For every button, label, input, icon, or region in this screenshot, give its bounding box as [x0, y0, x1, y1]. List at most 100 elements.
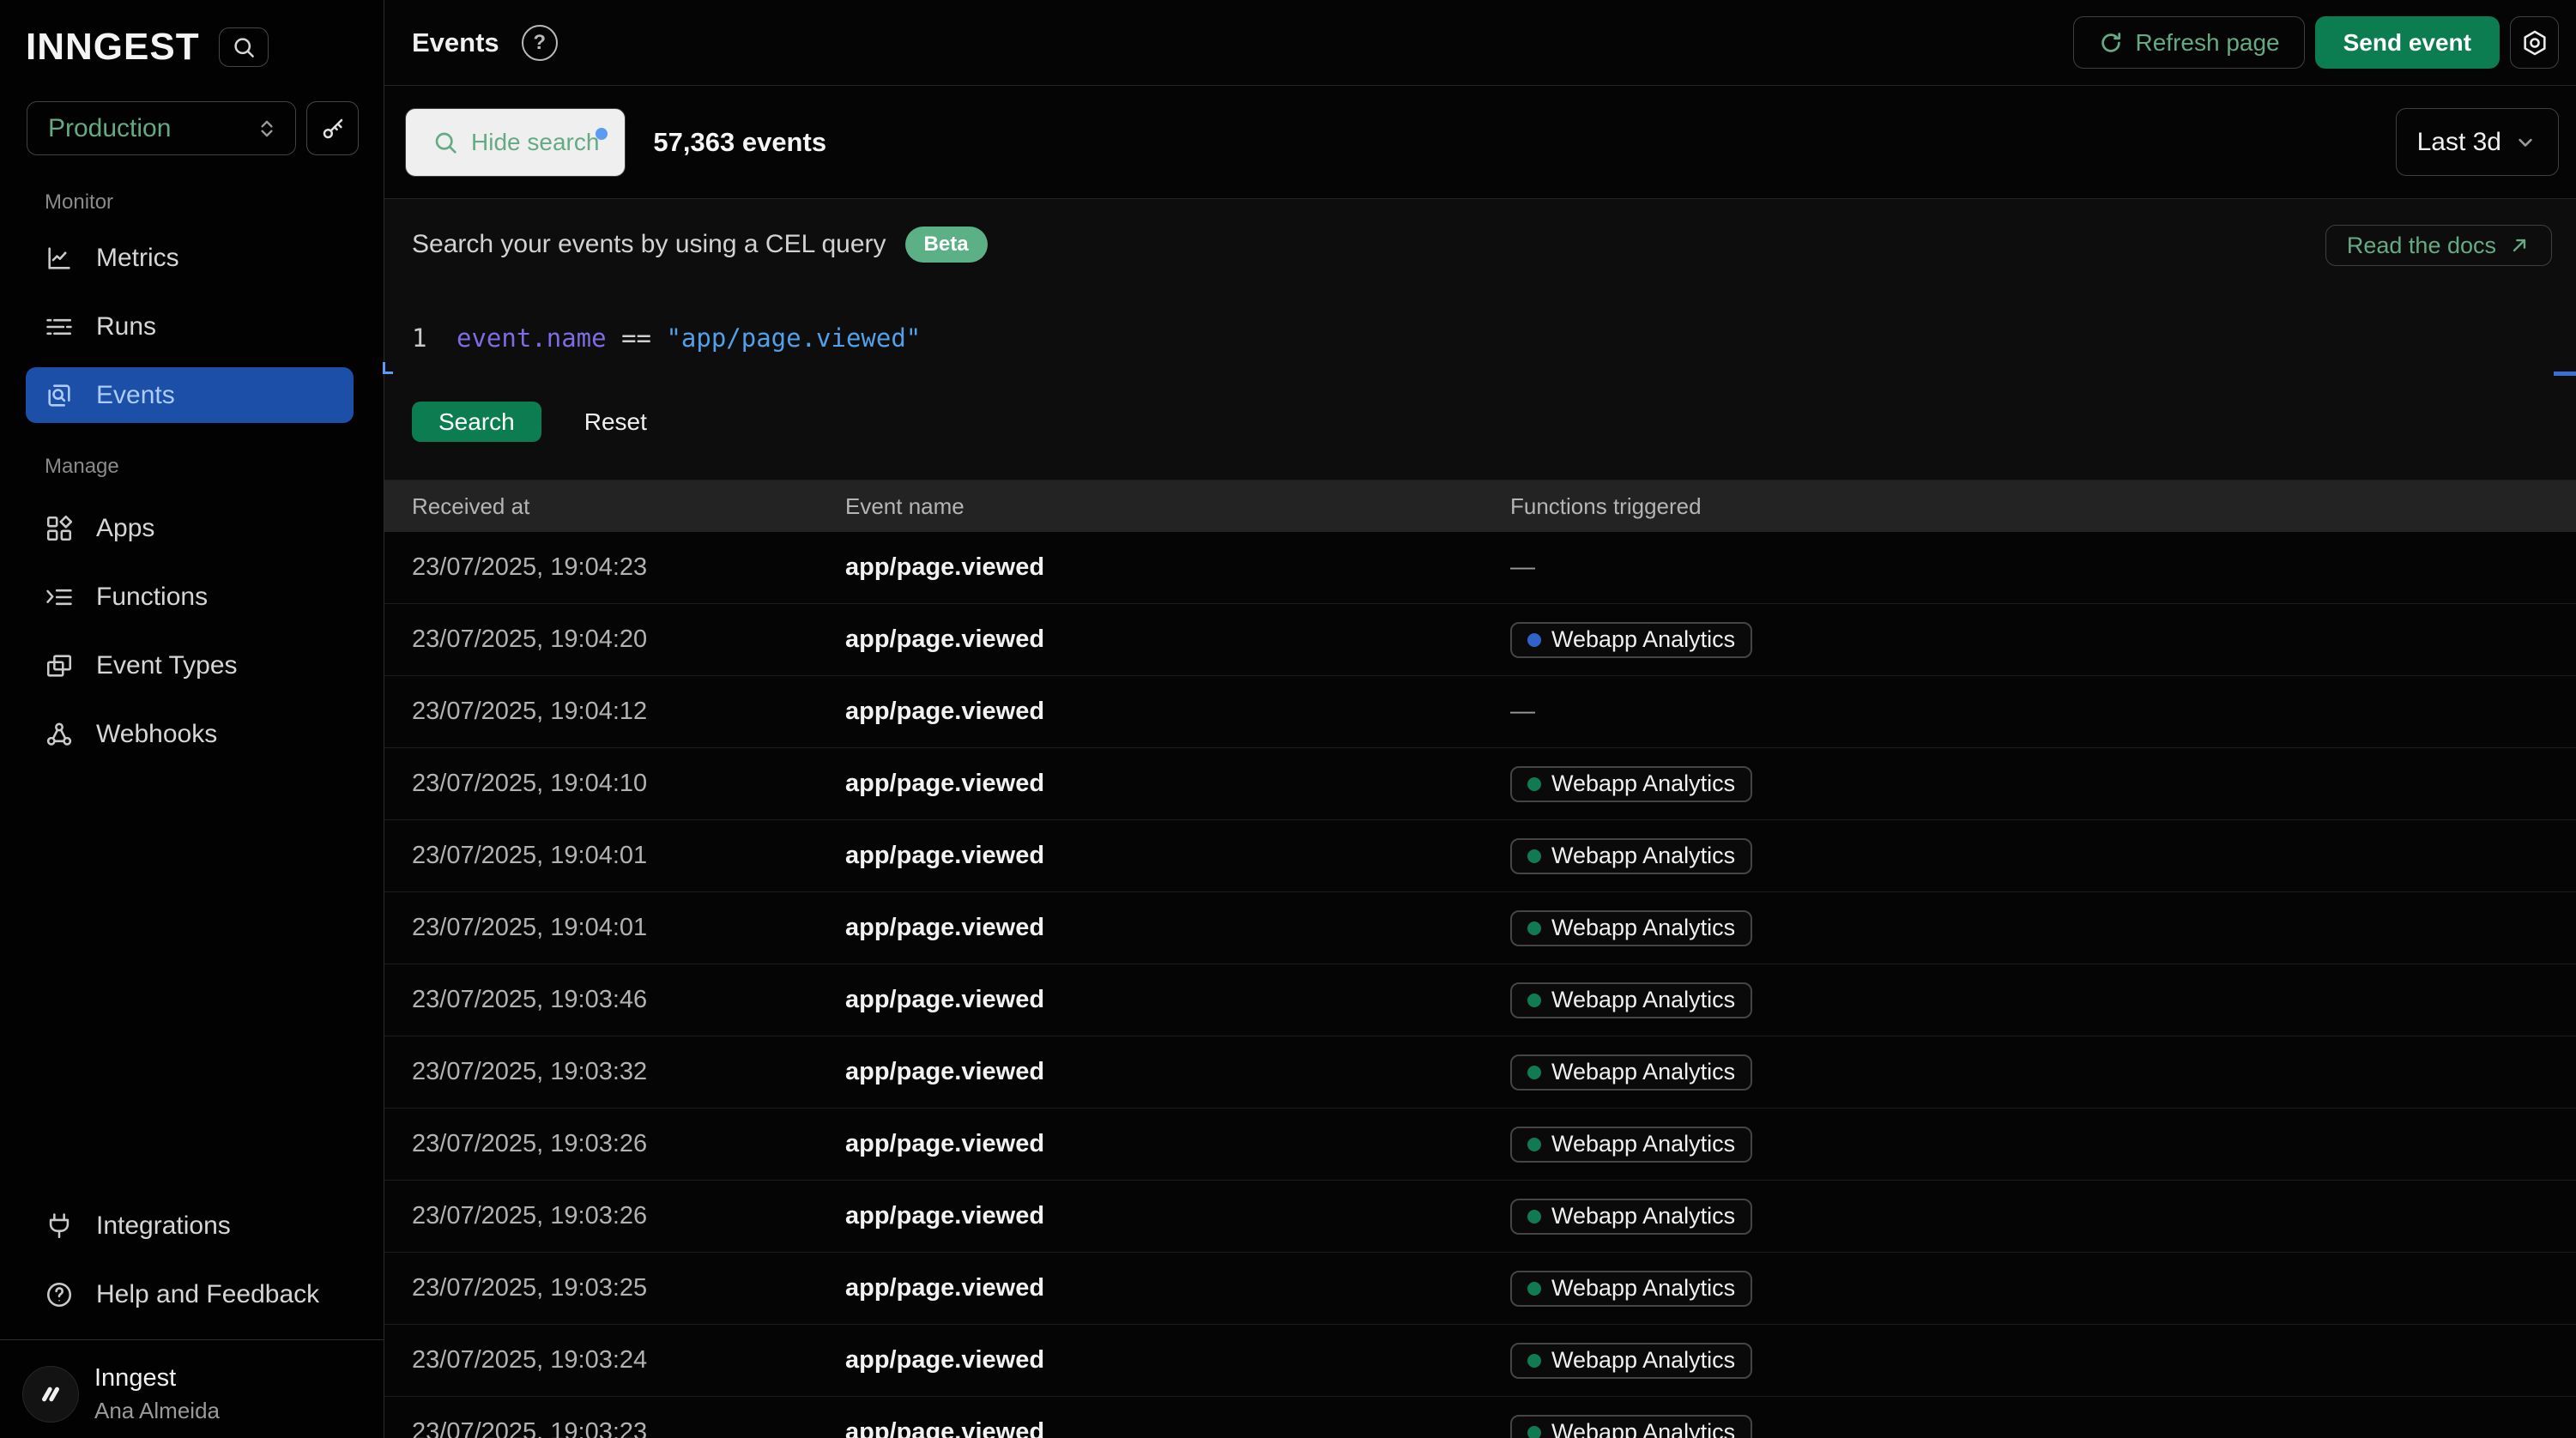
- gear-icon: [2521, 29, 2549, 57]
- table-row[interactable]: 23/07/2025, 19:03:46 app/page.viewed Web…: [384, 964, 2576, 1036]
- function-badge[interactable]: Webapp Analytics: [1510, 982, 1752, 1018]
- environment-selector[interactable]: Production: [27, 101, 296, 155]
- table-row[interactable]: 23/07/2025, 19:03:25 app/page.viewed Web…: [384, 1253, 2576, 1325]
- sidebar-item-label: Metrics: [96, 244, 179, 273]
- function-status-dot: [1527, 1138, 1541, 1151]
- read-the-docs-button[interactable]: Read the docs: [2325, 225, 2552, 266]
- sidebar: INNGEST Production Monitor: [0, 0, 384, 1438]
- event-name-cell: app/page.viewed: [845, 986, 1510, 1014]
- send-event-label: Send event: [2343, 29, 2471, 57]
- function-status-dot: [1527, 849, 1541, 863]
- function-badge[interactable]: Webapp Analytics: [1510, 1054, 1752, 1091]
- time-range-value: Last 3d: [2417, 128, 2501, 157]
- table-row[interactable]: 23/07/2025, 19:04:12 app/page.viewed —: [384, 676, 2576, 748]
- received-at-cell: 23/07/2025, 19:04:12: [412, 698, 845, 726]
- hide-search-button[interactable]: Hide search: [405, 108, 626, 177]
- event-name-cell: app/page.viewed: [845, 770, 1510, 798]
- sidebar-item-label: Integrations: [96, 1211, 231, 1241]
- table-row[interactable]: 23/07/2025, 19:03:26 app/page.viewed Web…: [384, 1181, 2576, 1253]
- send-event-button[interactable]: Send event: [2315, 16, 2500, 69]
- search-icon: [432, 129, 459, 156]
- table-row[interactable]: 23/07/2025, 19:04:01 app/page.viewed Web…: [384, 820, 2576, 892]
- table-header-row: Received at Event name Functions trigger…: [384, 480, 2576, 532]
- function-status-dot: [1527, 1210, 1541, 1224]
- manage-section-label: Manage: [45, 455, 119, 479]
- function-badge[interactable]: Webapp Analytics: [1510, 838, 1752, 874]
- sidebar-item-label: Help and Feedback: [96, 1280, 319, 1309]
- sidebar-item-label: Events: [96, 381, 175, 410]
- function-badge[interactable]: Webapp Analytics: [1510, 910, 1752, 946]
- page-help-icon[interactable]: ?: [522, 25, 558, 61]
- event-keys-button[interactable]: [306, 101, 359, 155]
- environment-label: Production: [48, 114, 171, 143]
- received-at-cell: 23/07/2025, 19:03:26: [412, 1130, 845, 1158]
- events-toolbar: Hide search 57,363 events Last 3d: [384, 86, 2576, 199]
- table-row[interactable]: 23/07/2025, 19:03:32 app/page.viewed Web…: [384, 1036, 2576, 1109]
- function-badge-label: Webapp Analytics: [1551, 1059, 1735, 1085]
- event-name-cell: app/page.viewed: [845, 1418, 1510, 1438]
- event-types-icon: [45, 651, 74, 680]
- apps-grid-icon: [45, 514, 74, 543]
- sidebar-item-events[interactable]: Events: [26, 367, 354, 423]
- chevron-down-icon: [2513, 130, 2537, 154]
- webhooks-icon: [45, 720, 74, 749]
- function-badge[interactable]: Webapp Analytics: [1510, 622, 1752, 658]
- sidebar-item-help-feedback[interactable]: Help and Feedback: [26, 1266, 354, 1322]
- code-string-token: "app/page.viewed": [666, 323, 921, 353]
- sidebar-item-runs[interactable]: Runs: [26, 299, 354, 354]
- function-badge[interactable]: Webapp Analytics: [1510, 1271, 1752, 1307]
- function-badge[interactable]: Webapp Analytics: [1510, 1343, 1752, 1379]
- function-badge[interactable]: Webapp Analytics: [1510, 1415, 1752, 1438]
- runs-list-icon: [45, 312, 74, 341]
- event-name-cell: app/page.viewed: [845, 1346, 1510, 1375]
- account-user-name: Ana Almeida: [94, 1398, 220, 1424]
- function-status-dot: [1527, 1354, 1541, 1368]
- monitor-section-label: Monitor: [45, 190, 113, 214]
- code-field-token: event.name: [457, 323, 607, 353]
- beta-badge: Beta: [905, 227, 988, 263]
- page-header: Events ? Refresh page Send event: [384, 0, 2576, 86]
- events-count: 57,363 events: [653, 127, 826, 158]
- reset-button[interactable]: Reset: [584, 408, 647, 436]
- sidebar-item-webhooks[interactable]: Webhooks: [26, 706, 354, 762]
- function-status-dot: [1527, 777, 1541, 791]
- refresh-page-button[interactable]: Refresh page: [2073, 16, 2305, 69]
- search-submit-button[interactable]: Search: [412, 402, 541, 442]
- table-row[interactable]: 23/07/2025, 19:03:24 app/page.viewed Web…: [384, 1325, 2576, 1397]
- table-row[interactable]: 23/07/2025, 19:04:23 app/page.viewed —: [384, 532, 2576, 604]
- sidebar-item-metrics[interactable]: Metrics: [26, 230, 354, 286]
- function-badge[interactable]: Webapp Analytics: [1510, 766, 1752, 802]
- function-badge-label: Webapp Analytics: [1551, 1347, 1735, 1374]
- function-badge-label: Webapp Analytics: [1551, 843, 1735, 869]
- sidebar-item-integrations[interactable]: Integrations: [26, 1198, 354, 1254]
- hide-search-label: Hide search: [471, 129, 599, 156]
- table-row[interactable]: 23/07/2025, 19:04:20 app/page.viewed Web…: [384, 604, 2576, 676]
- cel-query-editor[interactable]: 1 event.name == "app/page.viewed": [412, 323, 921, 353]
- sidebar-item-event-types[interactable]: Event Types: [26, 637, 354, 693]
- sidebar-item-apps[interactable]: Apps: [26, 500, 354, 556]
- no-functions-cell: —: [1510, 553, 2576, 582]
- account-menu[interactable]: Inngest Ana Almeida: [22, 1364, 220, 1424]
- cel-search-panel: Search your events by using a CEL query …: [384, 199, 2576, 480]
- table-row[interactable]: 23/07/2025, 19:04:10 app/page.viewed Web…: [384, 748, 2576, 820]
- app-root: INNGEST Production Monitor: [0, 0, 2576, 1438]
- avatar: [22, 1366, 79, 1423]
- table-row[interactable]: 23/07/2025, 19:04:01 app/page.viewed Web…: [384, 892, 2576, 964]
- global-search-button[interactable]: [219, 27, 269, 67]
- column-functions-triggered: Functions triggered: [1510, 493, 2576, 520]
- function-badge[interactable]: Webapp Analytics: [1510, 1127, 1752, 1163]
- sidebar-item-label: Event Types: [96, 651, 238, 680]
- table-row[interactable]: 23/07/2025, 19:03:23 app/page.viewed Web…: [384, 1397, 2576, 1438]
- key-icon: [320, 116, 346, 142]
- sidebar-item-functions[interactable]: Functions: [26, 569, 354, 625]
- account-org-name: Inngest: [94, 1364, 220, 1393]
- search-icon: [231, 34, 257, 60]
- table-row[interactable]: 23/07/2025, 19:03:26 app/page.viewed Web…: [384, 1109, 2576, 1181]
- settings-button[interactable]: [2510, 16, 2559, 69]
- time-range-dropdown[interactable]: Last 3d: [2396, 108, 2559, 176]
- column-received-at: Received at: [412, 493, 845, 520]
- received-at-cell: 23/07/2025, 19:04:01: [412, 842, 845, 870]
- help-circle-icon: [45, 1280, 74, 1309]
- function-badge[interactable]: Webapp Analytics: [1510, 1199, 1752, 1235]
- received-at-cell: 23/07/2025, 19:04:01: [412, 914, 845, 942]
